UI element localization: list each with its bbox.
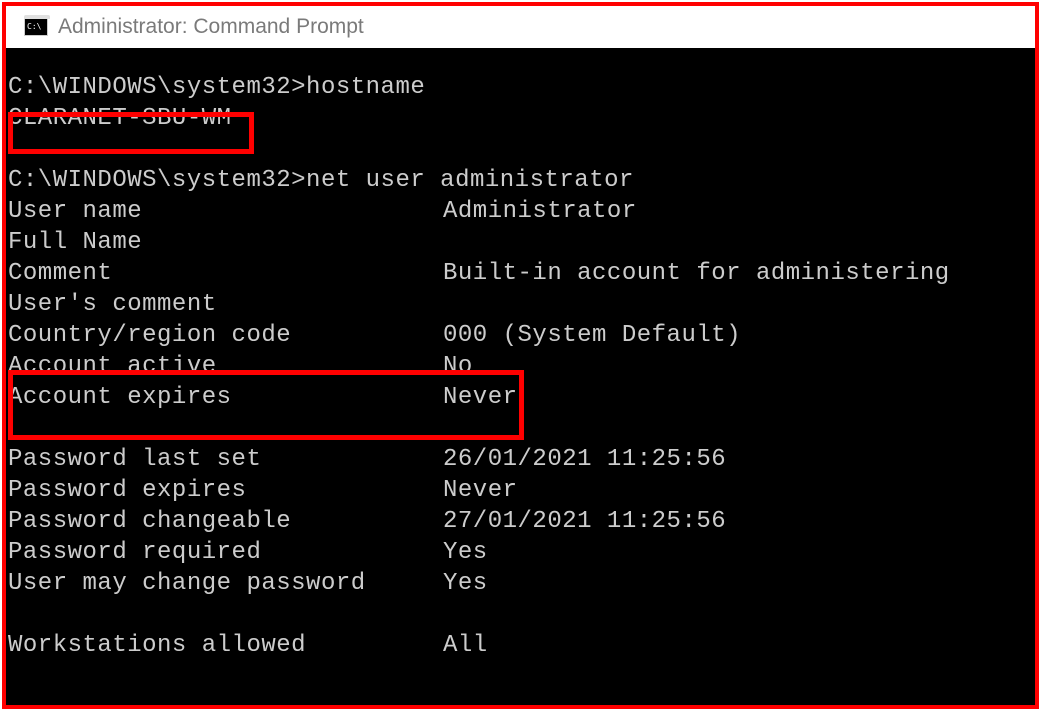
row-password-last-set: Password last set26/01/2021 11:25:56 (8, 446, 726, 473)
row-user-name: User nameAdministrator (8, 198, 637, 225)
row-comment: CommentBuilt-in account for administerin… (8, 260, 950, 287)
window-frame: Administrator: Command Prompt C:\WINDOWS… (2, 2, 1039, 709)
row-users-comment: User's comment (8, 291, 443, 318)
row-password-expires: Password expiresNever (8, 477, 518, 504)
cmd-prompt-icon (24, 18, 48, 36)
row-password-required: Password requiredYes (8, 539, 488, 566)
titlebar[interactable]: Administrator: Command Prompt (6, 6, 1035, 48)
prompt-line-1: C:\WINDOWS\system32>hostname (8, 74, 425, 101)
row-user-may-change: User may change passwordYes (8, 570, 488, 597)
terminal-output[interactable]: C:\WINDOWS\system32>hostname CLARANET-SB… (6, 48, 1035, 705)
hostname-output: CLARANET-SBU-WM (8, 105, 232, 132)
row-country-code: Country/region code000 (System Default) (8, 322, 741, 349)
window-title: Administrator: Command Prompt (58, 15, 364, 39)
row-full-name: Full Name (8, 229, 443, 256)
row-account-expires: Account expiresNever (8, 384, 518, 411)
row-account-active: Account activeNo (8, 353, 473, 380)
prompt-line-2: C:\WINDOWS\system32>net user administrat… (8, 167, 634, 194)
row-workstations-allowed: Workstations allowedAll (8, 632, 488, 659)
row-password-changeable: Password changeable27/01/2021 11:25:56 (8, 508, 726, 535)
